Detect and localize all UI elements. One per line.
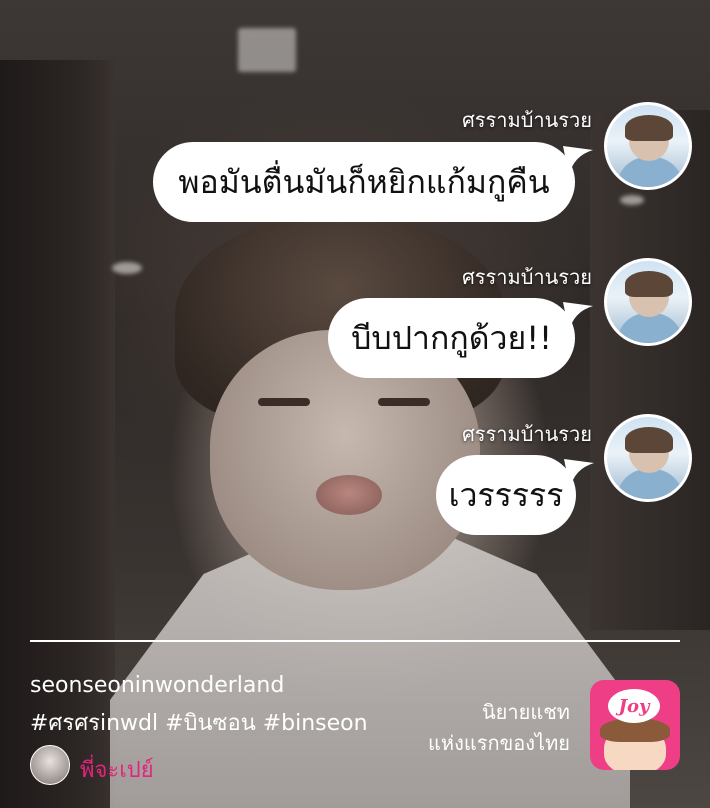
- message-text: พอมันตื่นมันก็หยิกแก้มกูคืน: [178, 162, 550, 201]
- sender-name: ศรรามบ้านรวย: [462, 265, 592, 289]
- author-name-link[interactable]: พี่จะเปย์: [80, 752, 154, 787]
- hashtags[interactable]: #ศรศรinwdl #บินซอน #binseon: [30, 705, 368, 740]
- joy-app-logo[interactable]: Joy: [590, 680, 680, 770]
- footer-divider: [30, 640, 680, 642]
- ceiling-light: [238, 28, 296, 72]
- background-lamp: [112, 262, 142, 274]
- background-person-eye: [258, 398, 310, 406]
- sender-avatar[interactable]: [604, 102, 692, 190]
- author-avatar[interactable]: [30, 745, 70, 785]
- message-text: เวรรรรร: [448, 475, 564, 514]
- sender-avatar[interactable]: [604, 414, 692, 502]
- bubble-tail-icon: [563, 302, 593, 332]
- promo-text-line1: นิยายแชท: [482, 700, 570, 724]
- background-person-lips: [316, 475, 382, 515]
- promo-text-line2: แห่งแรกของไทย: [428, 731, 570, 755]
- sender-avatar[interactable]: [604, 258, 692, 346]
- bubble-tail-icon: [564, 459, 594, 489]
- background-lamp: [620, 195, 644, 205]
- bubble-tail-icon: [563, 146, 593, 176]
- background-person-eye: [378, 398, 430, 406]
- sender-name: ศรรามบ้านรวย: [462, 108, 592, 132]
- sender-name: ศรรามบ้านรวย: [462, 422, 592, 446]
- message-bubble: บีบปากกูด้วย!!: [328, 298, 575, 378]
- message-bubble: พอมันตื่นมันก็หยิกแก้มกูคืน: [153, 142, 575, 222]
- message-bubble: เวรรรรร: [436, 455, 576, 535]
- logo-text: Joy: [608, 689, 660, 723]
- story-background: ศรรามบ้านรวย พอมันตื่นมันก็หยิกแก้มกูคืน…: [0, 0, 710, 808]
- username-link[interactable]: seonseoninwonderland: [30, 673, 284, 698]
- message-text: บีบปากกูด้วย!!: [351, 318, 552, 357]
